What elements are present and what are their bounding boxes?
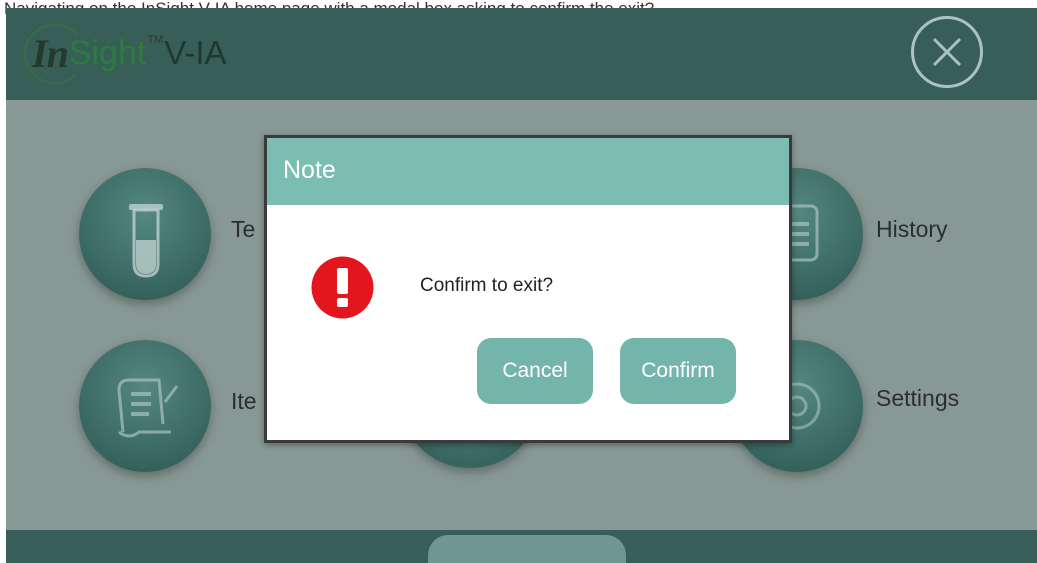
confirm-button[interactable]: Confirm (620, 338, 736, 404)
dialog-message: Confirm to exit? (420, 275, 554, 296)
confirm-exit-dialog: Note Confirm to exit? Cancel Confirm (264, 135, 792, 443)
dialog-title: Note (283, 156, 336, 184)
app-window: In Sight TM V-IA Te Ite History Settings… (6, 8, 1037, 563)
dialog-header: Note (267, 138, 789, 205)
cancel-button[interactable]: Cancel (477, 338, 593, 404)
exclamation-icon (311, 256, 374, 319)
